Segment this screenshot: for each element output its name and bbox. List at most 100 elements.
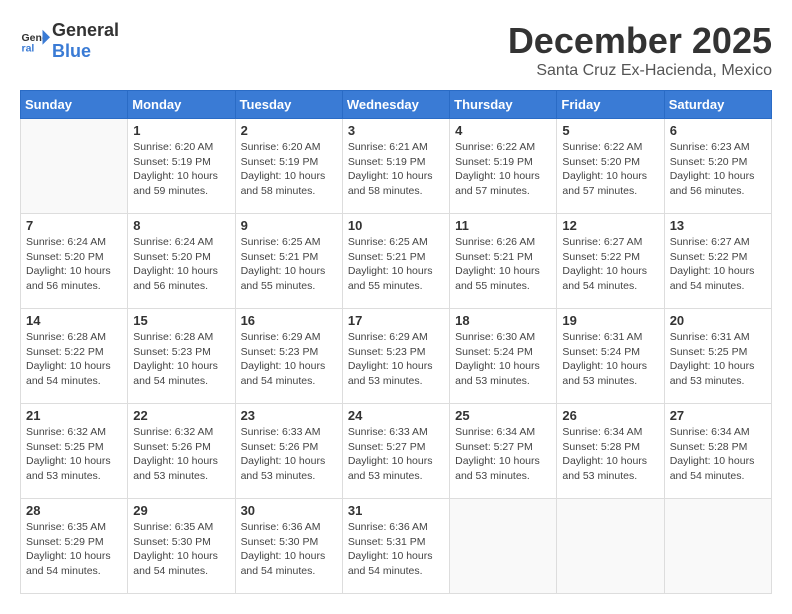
weekday-header-row: SundayMondayTuesdayWednesdayThursdayFrid… bbox=[21, 91, 772, 119]
calendar-cell bbox=[21, 119, 128, 214]
day-info: Sunrise: 6:23 AM Sunset: 5:20 PM Dayligh… bbox=[670, 140, 766, 199]
day-number: 19 bbox=[562, 313, 658, 328]
calendar-table: SundayMondayTuesdayWednesdayThursdayFrid… bbox=[20, 90, 772, 594]
calendar-cell: 12 Sunrise: 6:27 AM Sunset: 5:22 PM Dayli… bbox=[557, 214, 664, 309]
day-number: 5 bbox=[562, 123, 658, 138]
day-info: Sunrise: 6:22 AM Sunset: 5:20 PM Dayligh… bbox=[562, 140, 658, 199]
week-row-2: 7 Sunrise: 6:24 AM Sunset: 5:20 PM Daylig… bbox=[21, 214, 772, 309]
day-info: Sunrise: 6:24 AM Sunset: 5:20 PM Dayligh… bbox=[133, 235, 229, 294]
day-info: Sunrise: 6:34 AM Sunset: 5:28 PM Dayligh… bbox=[670, 425, 766, 484]
calendar-cell: 26 Sunrise: 6:34 AM Sunset: 5:28 PM Dayli… bbox=[557, 404, 664, 499]
calendar-cell: 19 Sunrise: 6:31 AM Sunset: 5:24 PM Dayli… bbox=[557, 309, 664, 404]
day-info: Sunrise: 6:26 AM Sunset: 5:21 PM Dayligh… bbox=[455, 235, 551, 294]
calendar-cell: 14 Sunrise: 6:28 AM Sunset: 5:22 PM Dayli… bbox=[21, 309, 128, 404]
calendar-cell: 21 Sunrise: 6:32 AM Sunset: 5:25 PM Dayli… bbox=[21, 404, 128, 499]
calendar-cell: 15 Sunrise: 6:28 AM Sunset: 5:23 PM Dayli… bbox=[128, 309, 235, 404]
day-number: 26 bbox=[562, 408, 658, 423]
calendar-cell: 24Sunrise: 6:33 AM Sunset: 5:27 PM Dayli… bbox=[342, 404, 449, 499]
day-number: 9 bbox=[241, 218, 337, 233]
day-info: Sunrise: 6:33 AM Sunset: 5:26 PM Dayligh… bbox=[241, 425, 337, 484]
day-number: 1 bbox=[133, 123, 229, 138]
day-info: Sunrise: 6:28 AM Sunset: 5:22 PM Dayligh… bbox=[26, 330, 122, 389]
day-number: 10 bbox=[348, 218, 444, 233]
calendar-cell: 8Sunrise: 6:24 AM Sunset: 5:20 PM Daylig… bbox=[128, 214, 235, 309]
weekday-header-wednesday: Wednesday bbox=[342, 91, 449, 119]
day-number: 12 bbox=[562, 218, 658, 233]
day-number: 25 bbox=[455, 408, 551, 423]
location-title: Santa Cruz Ex-Hacienda, Mexico bbox=[508, 62, 772, 80]
day-number: 24 bbox=[348, 408, 444, 423]
day-info: Sunrise: 6:24 AM Sunset: 5:20 PM Dayligh… bbox=[26, 235, 122, 294]
week-row-1: 1 Sunrise: 6:20 AM Sunset: 5:19 PM Daylig… bbox=[21, 119, 772, 214]
calendar-cell: 22 Sunrise: 6:32 AM Sunset: 5:26 PM Dayli… bbox=[128, 404, 235, 499]
day-number: 18 bbox=[455, 313, 551, 328]
calendar-cell: 25 Sunrise: 6:34 AM Sunset: 5:27 PM Dayli… bbox=[450, 404, 557, 499]
day-number: 4 bbox=[455, 123, 551, 138]
week-row-4: 21 Sunrise: 6:32 AM Sunset: 5:25 PM Dayli… bbox=[21, 404, 772, 499]
day-number: 14 bbox=[26, 313, 122, 328]
day-info: Sunrise: 6:25 AM Sunset: 5:21 PM Dayligh… bbox=[348, 235, 444, 294]
day-info: Sunrise: 6:20 AM Sunset: 5:19 PM Dayligh… bbox=[133, 140, 229, 199]
weekday-header-thursday: Thursday bbox=[450, 91, 557, 119]
calendar-cell: 23 Sunrise: 6:33 AM Sunset: 5:26 PM Dayli… bbox=[235, 404, 342, 499]
calendar-cell: 16Sunrise: 6:29 AM Sunset: 5:23 PM Dayli… bbox=[235, 309, 342, 404]
week-row-3: 14 Sunrise: 6:28 AM Sunset: 5:22 PM Dayli… bbox=[21, 309, 772, 404]
calendar-cell: 5 Sunrise: 6:22 AM Sunset: 5:20 PM Daylig… bbox=[557, 119, 664, 214]
calendar-cell bbox=[557, 499, 664, 594]
weekday-header-monday: Monday bbox=[128, 91, 235, 119]
title-area: December 2025 Santa Cruz Ex-Hacienda, Me… bbox=[508, 20, 772, 80]
day-info: Sunrise: 6:36 AM Sunset: 5:31 PM Dayligh… bbox=[348, 520, 444, 579]
calendar-cell: 28Sunrise: 6:35 AM Sunset: 5:29 PM Dayli… bbox=[21, 499, 128, 594]
day-info: Sunrise: 6:35 AM Sunset: 5:30 PM Dayligh… bbox=[133, 520, 229, 579]
day-number: 23 bbox=[241, 408, 337, 423]
calendar-cell bbox=[450, 499, 557, 594]
day-info: Sunrise: 6:29 AM Sunset: 5:23 PM Dayligh… bbox=[241, 330, 337, 389]
weekday-header-friday: Friday bbox=[557, 91, 664, 119]
day-info: Sunrise: 6:31 AM Sunset: 5:25 PM Dayligh… bbox=[670, 330, 766, 389]
calendar-cell: 10 Sunrise: 6:25 AM Sunset: 5:21 PM Dayli… bbox=[342, 214, 449, 309]
day-info: Sunrise: 6:29 AM Sunset: 5:23 PM Dayligh… bbox=[348, 330, 444, 389]
calendar-cell: 2Sunrise: 6:20 AM Sunset: 5:19 PM Daylig… bbox=[235, 119, 342, 214]
calendar-cell: 9 Sunrise: 6:25 AM Sunset: 5:21 PM Daylig… bbox=[235, 214, 342, 309]
calendar-cell: 29 Sunrise: 6:35 AM Sunset: 5:30 PM Dayli… bbox=[128, 499, 235, 594]
day-info: Sunrise: 6:20 AM Sunset: 5:19 PM Dayligh… bbox=[241, 140, 337, 199]
day-number: 15 bbox=[133, 313, 229, 328]
logo-general-text: General bbox=[52, 20, 119, 40]
day-info: Sunrise: 6:21 AM Sunset: 5:19 PM Dayligh… bbox=[348, 140, 444, 199]
svg-text:ral: ral bbox=[22, 43, 35, 55]
day-info: Sunrise: 6:22 AM Sunset: 5:19 PM Dayligh… bbox=[455, 140, 551, 199]
day-number: 31 bbox=[348, 503, 444, 518]
calendar-cell: 1 Sunrise: 6:20 AM Sunset: 5:19 PM Daylig… bbox=[128, 119, 235, 214]
day-info: Sunrise: 6:34 AM Sunset: 5:27 PM Dayligh… bbox=[455, 425, 551, 484]
day-number: 11 bbox=[455, 218, 551, 233]
day-number: 7 bbox=[26, 218, 122, 233]
day-number: 21 bbox=[26, 408, 122, 423]
logo: Gene ral General Blue bbox=[20, 20, 119, 62]
calendar-cell: 7 Sunrise: 6:24 AM Sunset: 5:20 PM Daylig… bbox=[21, 214, 128, 309]
day-info: Sunrise: 6:34 AM Sunset: 5:28 PM Dayligh… bbox=[562, 425, 658, 484]
calendar-cell: 3 Sunrise: 6:21 AM Sunset: 5:19 PM Daylig… bbox=[342, 119, 449, 214]
day-number: 6 bbox=[670, 123, 766, 138]
day-info: Sunrise: 6:27 AM Sunset: 5:22 PM Dayligh… bbox=[562, 235, 658, 294]
day-number: 17 bbox=[348, 313, 444, 328]
day-number: 30 bbox=[241, 503, 337, 518]
day-info: Sunrise: 6:27 AM Sunset: 5:22 PM Dayligh… bbox=[670, 235, 766, 294]
calendar-cell: 11 Sunrise: 6:26 AM Sunset: 5:21 PM Dayli… bbox=[450, 214, 557, 309]
page-header: Gene ral General Blue December 2025 Sant… bbox=[20, 20, 772, 80]
day-number: 29 bbox=[133, 503, 229, 518]
calendar-cell: 18 Sunrise: 6:30 AM Sunset: 5:24 PM Dayli… bbox=[450, 309, 557, 404]
day-number: 3 bbox=[348, 123, 444, 138]
weekday-header-saturday: Saturday bbox=[664, 91, 771, 119]
day-info: Sunrise: 6:28 AM Sunset: 5:23 PM Dayligh… bbox=[133, 330, 229, 389]
logo-icon: Gene ral bbox=[20, 26, 50, 56]
day-number: 13 bbox=[670, 218, 766, 233]
calendar-cell bbox=[664, 499, 771, 594]
weekday-header-sunday: Sunday bbox=[21, 91, 128, 119]
day-info: Sunrise: 6:35 AM Sunset: 5:29 PM Dayligh… bbox=[26, 520, 122, 579]
day-info: Sunrise: 6:30 AM Sunset: 5:24 PM Dayligh… bbox=[455, 330, 551, 389]
day-info: Sunrise: 6:32 AM Sunset: 5:26 PM Dayligh… bbox=[133, 425, 229, 484]
day-info: Sunrise: 6:32 AM Sunset: 5:25 PM Dayligh… bbox=[26, 425, 122, 484]
day-number: 22 bbox=[133, 408, 229, 423]
day-info: Sunrise: 6:25 AM Sunset: 5:21 PM Dayligh… bbox=[241, 235, 337, 294]
day-info: Sunrise: 6:31 AM Sunset: 5:24 PM Dayligh… bbox=[562, 330, 658, 389]
